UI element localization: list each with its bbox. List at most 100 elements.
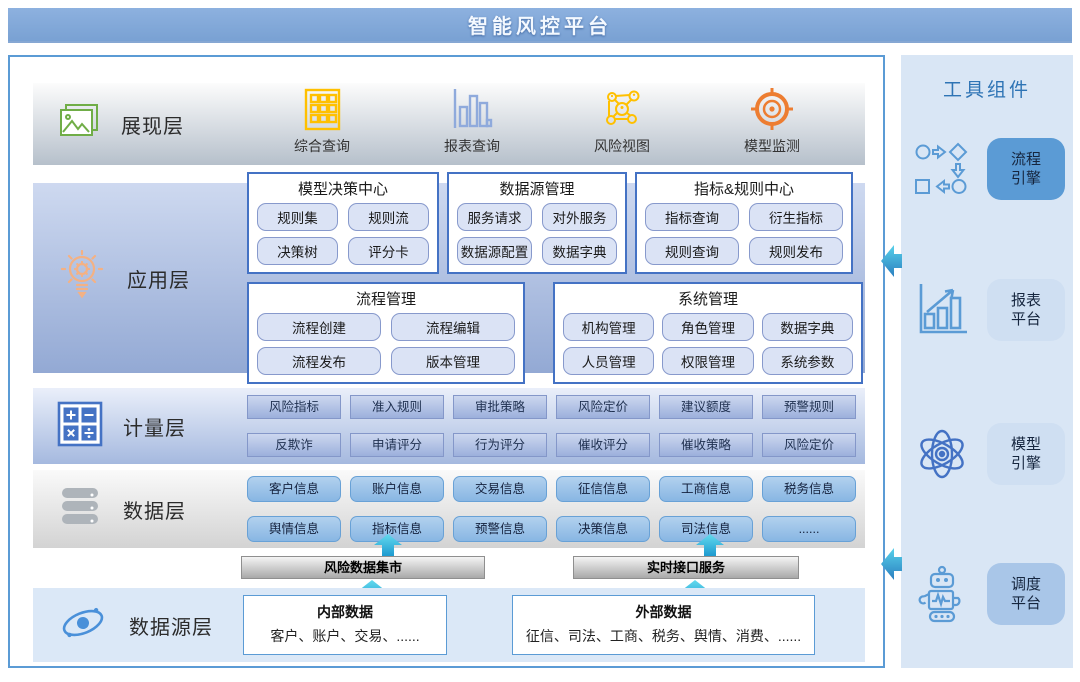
app-module-pill[interactable]: 版本管理 xyxy=(391,347,515,375)
presentation-item-riskview[interactable]: 风险视图 xyxy=(567,85,677,156)
data-chip[interactable]: 征信信息 xyxy=(556,476,650,502)
left-arrow-icon xyxy=(881,541,902,587)
page-title: 智能风控平台 xyxy=(468,10,612,39)
app-module-pill[interactable]: 流程发布 xyxy=(257,347,381,375)
app-module-pill[interactable]: 数据字典 xyxy=(762,313,853,341)
measure-chip[interactable]: 催收评分 xyxy=(556,433,650,457)
sidebar-item-report-platform[interactable]: 报表 平台 xyxy=(901,279,1073,341)
group-model-decision-center: 模型决策中心 规则集 规则流 决策树 评分卡 xyxy=(247,172,439,274)
presentation-items: 综合查询 报表查询 xyxy=(247,85,865,164)
measure-chip[interactable]: 建议额度 xyxy=(659,395,753,419)
data-chip[interactable]: 税务信息 xyxy=(762,476,856,502)
measure-chip[interactable]: 风险定价 xyxy=(556,395,650,419)
app-module-pill[interactable]: 规则集 xyxy=(257,203,338,231)
measure-chip[interactable]: 预警规则 xyxy=(762,395,856,419)
app-module-pill[interactable]: 服务请求 xyxy=(457,203,532,231)
risk-data-mart-bar[interactable]: 风险数据集市 xyxy=(241,556,485,579)
app-module-pill[interactable]: 决策树 xyxy=(257,237,338,265)
app-module-pill[interactable]: 数据源配置 xyxy=(457,237,532,265)
flowchart-icon xyxy=(911,142,973,196)
measure-chip[interactable]: 行为评分 xyxy=(453,433,547,457)
data-chip[interactable]: 决策信息 xyxy=(556,516,650,542)
layer-name: 计量层 xyxy=(123,412,186,441)
group-title: 流程管理 xyxy=(257,288,515,309)
group-title: 系统管理 xyxy=(563,288,853,309)
app-module-pill[interactable]: 角色管理 xyxy=(662,313,753,341)
app-module-pill[interactable]: 流程编辑 xyxy=(391,313,515,341)
realtime-api-bar[interactable]: 实时接口服务 xyxy=(573,556,799,579)
sidebar-title: 工具组件 xyxy=(901,75,1073,102)
tool-button[interactable]: 报表 平台 xyxy=(987,279,1065,341)
item-caption: 风险视图 xyxy=(594,136,650,156)
data-label-block: 数据层 xyxy=(33,485,247,534)
layer-name: 展现层 xyxy=(121,110,184,139)
robot-icon xyxy=(911,565,973,623)
layer-data: 数据层 客户信息 账户信息 交易信息 征信信息 工商信息 税务信息 舆情信息 指… xyxy=(33,470,865,548)
measure-label-block: 计量层 xyxy=(33,401,247,452)
layer-presentation: 展现层 综合查询 xyxy=(33,83,865,165)
data-chip[interactable]: 预警信息 xyxy=(453,516,547,542)
app-module-pill[interactable]: 人员管理 xyxy=(563,347,654,375)
app-module-pill[interactable]: 对外服务 xyxy=(542,203,617,231)
group-process-management: 流程管理 流程创建 流程编辑 流程发布 版本管理 xyxy=(247,282,525,384)
tool-button[interactable]: 模型 引擎 xyxy=(987,423,1065,485)
measure-chip[interactable]: 风险定价 xyxy=(762,433,856,457)
app-module-pill[interactable]: 评分卡 xyxy=(348,237,429,265)
internal-data-box: 内部数据 客户、账户、交易、...... xyxy=(243,595,447,655)
network-icon xyxy=(600,85,644,131)
up-arrow-icon xyxy=(695,534,725,556)
measure-chip[interactable]: 反欺诈 xyxy=(247,433,341,457)
atom-icon xyxy=(911,426,973,482)
presentation-label-block: 展现层 xyxy=(33,102,247,147)
data-chips: 客户信息 账户信息 交易信息 征信信息 工商信息 税务信息 舆情信息 指标信息 … xyxy=(247,476,866,542)
presentation-item-report[interactable]: 报表查询 xyxy=(417,85,527,156)
calculator-icon xyxy=(57,401,103,452)
box-title: 内部数据 xyxy=(252,602,438,622)
app-module-pill[interactable]: 流程创建 xyxy=(257,313,381,341)
app-module-pill[interactable]: 衍生指标 xyxy=(749,203,843,231)
layer-application: 应用层 模型决策中心 规则集 规则流 决策树 评分卡 数据源管理 xyxy=(33,183,865,373)
app-module-pill[interactable]: 规则发布 xyxy=(749,237,843,265)
group-indicator-rule-center: 指标&规则中心 指标查询 衍生指标 规则查询 规则发布 xyxy=(635,172,853,274)
data-chip[interactable]: 客户信息 xyxy=(247,476,341,502)
sidebar-item-model-engine[interactable]: 模型 引擎 xyxy=(901,423,1073,485)
measure-chip[interactable]: 风险指标 xyxy=(247,395,341,419)
group-title: 数据源管理 xyxy=(457,178,617,199)
data-chip[interactable]: 工商信息 xyxy=(659,476,753,502)
box-desc: 客户、账户、交易、...... xyxy=(252,626,438,646)
application-label-block: 应用层 xyxy=(33,249,247,308)
group-title: 指标&规则中心 xyxy=(645,178,843,199)
group-title: 模型决策中心 xyxy=(257,178,429,199)
layer-datasource: 数据源层 内部数据 客户、账户、交易、...... 外部数据 征信、司法、工商、… xyxy=(33,588,865,662)
sidebar-item-process-engine[interactable]: 流程 引擎 xyxy=(901,138,1073,200)
measure-chip[interactable]: 催收策略 xyxy=(659,433,753,457)
app-module-pill[interactable]: 规则查询 xyxy=(645,237,739,265)
measure-chip[interactable]: 准入规则 xyxy=(350,395,444,419)
layer-name: 数据源层 xyxy=(129,611,213,640)
app-module-pill[interactable]: 权限管理 xyxy=(662,347,753,375)
data-chip[interactable]: ...... xyxy=(762,516,856,542)
tool-button[interactable]: 调度 平台 xyxy=(987,563,1065,625)
presentation-item-monitor[interactable]: 模型监测 xyxy=(717,85,827,156)
tool-button[interactable]: 流程 引擎 xyxy=(987,138,1065,200)
report-chart-icon xyxy=(911,282,973,338)
app-module-pill[interactable]: 数据字典 xyxy=(542,237,617,265)
app-module-pill[interactable]: 机构管理 xyxy=(563,313,654,341)
presentation-item-query[interactable]: 综合查询 xyxy=(267,85,377,156)
box-title: 外部数据 xyxy=(521,602,806,622)
application-groups-row2: 流程管理 流程创建 流程编辑 流程发布 版本管理 系统管理 机构管理 角色管理 xyxy=(247,282,865,384)
sidebar-item-scheduler-platform[interactable]: 调度 平台 xyxy=(901,563,1073,625)
measure-chip[interactable]: 申请评分 xyxy=(350,433,444,457)
item-caption: 报表查询 xyxy=(444,136,500,156)
app-module-pill[interactable]: 指标查询 xyxy=(645,203,739,231)
measure-chip[interactable]: 审批策略 xyxy=(453,395,547,419)
data-chip[interactable]: 交易信息 xyxy=(453,476,547,502)
item-caption: 综合查询 xyxy=(294,136,350,156)
data-chip[interactable]: 舆情信息 xyxy=(247,516,341,542)
app-module-pill[interactable]: 规则流 xyxy=(348,203,429,231)
external-data-box: 外部数据 征信、司法、工商、税务、舆情、消费、...... xyxy=(512,595,815,655)
app-module-pill[interactable]: 系统参数 xyxy=(762,347,853,375)
data-chip[interactable]: 账户信息 xyxy=(350,476,444,502)
group-system-management: 系统管理 机构管理 角色管理 数据字典 人员管理 权限管理 系统参数 xyxy=(553,282,863,384)
application-groups-row1: 模型决策中心 规则集 规则流 决策树 评分卡 数据源管理 服务请求 对外服务 xyxy=(247,172,865,274)
